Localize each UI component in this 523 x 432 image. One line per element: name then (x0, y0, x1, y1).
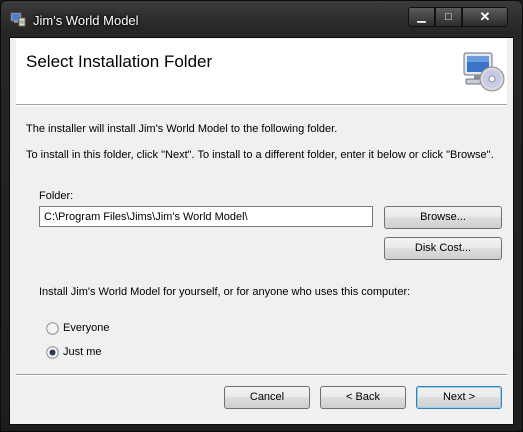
minimize-button[interactable]: ▁ (408, 7, 435, 27)
footer-separator (16, 374, 507, 376)
back-button[interactable]: < Back (320, 386, 406, 409)
folder-path-input[interactable] (39, 206, 373, 227)
cancel-button[interactable]: Cancel (224, 386, 310, 409)
disk-cost-button[interactable]: Disk Cost... (384, 237, 502, 260)
dialog-client-area: Select Installation Folder The installer… (9, 37, 514, 425)
window-title: Jim's World Model (33, 13, 139, 28)
page-title: Select Installation Folder (26, 52, 213, 71)
radio-selected-icon[interactable] (46, 346, 59, 359)
intro-line-2: To install in this folder, click "Next".… (26, 149, 494, 161)
radio-just-me-label: Just me (63, 346, 102, 358)
dialog-header: Select Installation Folder (16, 39, 507, 104)
install-scope-prompt: Install Jim's World Model for yourself, … (39, 286, 411, 298)
maximize-button[interactable]: □ (435, 7, 462, 27)
computer-disc-icon (463, 52, 505, 92)
title-bar[interactable]: Jim's World Model ▁ □ ✕ (1, 1, 522, 37)
header-separator (16, 104, 507, 106)
close-button[interactable]: ✕ (462, 7, 508, 27)
browse-button[interactable]: Browse... (384, 206, 502, 229)
folder-label: Folder: (39, 190, 74, 202)
radio-everyone-label: Everyone (63, 322, 110, 334)
radio-unselected-icon[interactable] (46, 322, 59, 335)
installer-window: Jim's World Model ▁ □ ✕ Select Installat… (0, 0, 523, 432)
next-button[interactable]: Next > (416, 386, 502, 409)
installer-app-icon (10, 12, 26, 27)
intro-line-1: The installer will install Jim's World M… (26, 123, 338, 135)
